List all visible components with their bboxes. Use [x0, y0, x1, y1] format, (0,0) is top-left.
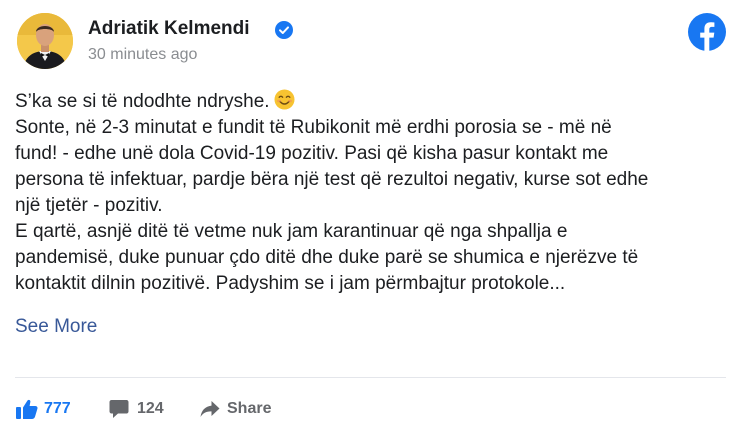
- likes-count-button[interactable]: 777: [16, 397, 71, 421]
- post-timestamp[interactable]: 30 minutes ago: [88, 46, 197, 64]
- post-line: një tjetër - pozitiv.: [15, 195, 163, 216]
- post-line: kontaktit dilnin pozitivë. Padyshim se i…: [15, 273, 566, 294]
- post-text: S’ka se si të ndodhte ndryshe. Sonte, në…: [15, 89, 727, 297]
- post-line: E qartë, asnjë ditë të vetme nuk jam kar…: [15, 221, 568, 242]
- verified-badge-icon: [275, 21, 293, 39]
- share-arrow-icon: [200, 401, 220, 417]
- thumbs-up-icon: [16, 399, 38, 419]
- likes-count: 777: [44, 400, 71, 417]
- see-more-link[interactable]: See More: [15, 316, 97, 338]
- facebook-post: Adriatik Kelmendi 30 minutes ago S’ka se…: [0, 0, 741, 438]
- post-line: pandemisë, duke punuar çdo ditë dhe duke…: [15, 247, 639, 268]
- smiling-face-emoji-icon: [274, 89, 295, 110]
- share-button[interactable]: Share: [200, 397, 271, 421]
- share-label: Share: [227, 400, 272, 417]
- post-line: fund! - edhe unë dola Covid-19 pozitiv. …: [15, 143, 609, 164]
- post-line: Sonte, në 2-3 minutat e fundit të Rubiko…: [15, 117, 612, 138]
- post-line: persona të infektuar, pardje bëra një te…: [15, 169, 649, 190]
- author-name[interactable]: Adriatik Kelmendi: [88, 18, 250, 40]
- avatar[interactable]: [17, 13, 73, 69]
- avatar-photo-icon: [17, 13, 73, 69]
- comments-count: 124: [137, 400, 164, 417]
- facebook-logo-icon[interactable]: [688, 13, 726, 51]
- post-line-text: S’ka se si të ndodhte ndryshe.: [15, 91, 270, 112]
- comment-icon: [109, 400, 129, 418]
- post-line: S’ka se si të ndodhte ndryshe.: [15, 89, 727, 115]
- comments-count-button[interactable]: 124: [109, 397, 164, 421]
- divider: [15, 377, 726, 378]
